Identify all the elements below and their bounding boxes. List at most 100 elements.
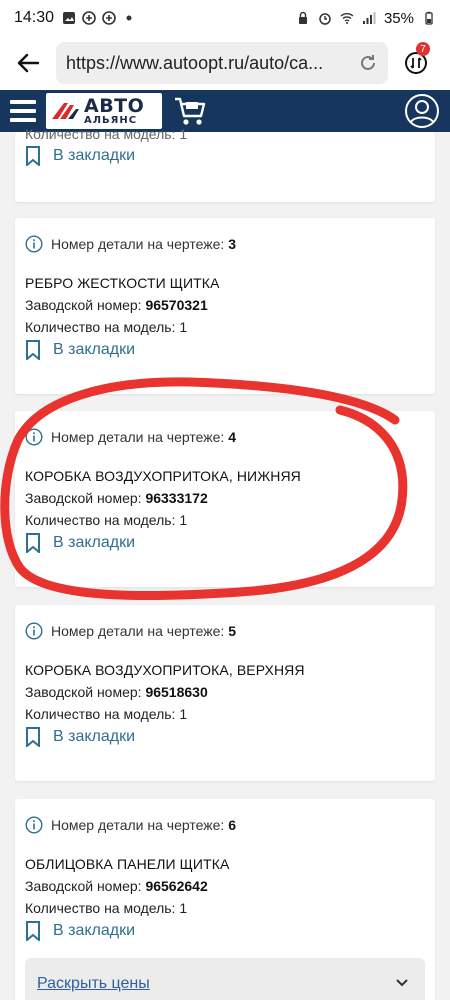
quantity-label: Количество на модель:: [25, 900, 176, 916]
drawing-number-label: Номер детали на чертеже:: [51, 429, 225, 445]
alarm-icon: [319, 13, 331, 25]
part-name: ОБЛИЦОВКА ПАНЕЛИ ЩИТКА: [25, 856, 230, 872]
factory-number-label: Заводской номер:: [25, 297, 142, 313]
hamburger-icon-bar: [10, 118, 36, 122]
factory-number-line: Заводской номер: 96570321: [25, 297, 208, 313]
address-bar[interactable]: https://www.autoopt.ru/auto/ca...: [56, 42, 388, 84]
quantity-line: Количество на модель: 1: [25, 900, 187, 916]
logo-mark-icon: [52, 103, 79, 119]
bookmark-label: В закладки: [53, 922, 136, 939]
expand-prices-button[interactable]: Раскрыть цены: [25, 958, 425, 1000]
drawing-number-value: 4: [228, 429, 237, 445]
bookmark-icon: [26, 533, 40, 553]
factory-number-line: Заводской номер: 96518630: [25, 684, 208, 700]
info-icon: [25, 428, 43, 446]
system-icons: 35%: [296, 10, 436, 27]
quantity-label: Количество на модель:: [25, 319, 176, 335]
hamburger-icon-bar: [10, 100, 36, 104]
quantity-line: Количество на модель: 1: [25, 706, 187, 722]
quantity-value: 1: [179, 512, 188, 528]
bookmark-label: В закладки: [53, 341, 136, 358]
cart-icon: [175, 97, 206, 125]
factory-number-label: Заводской номер:: [25, 878, 142, 894]
info-icon: [25, 622, 43, 640]
drawing-number-value: 6: [228, 817, 237, 833]
factory-number-value: 96333172: [145, 490, 208, 506]
factory-number-value: 96562642: [145, 878, 208, 894]
bookmark-button[interactable]: В закладки: [25, 340, 135, 360]
logo-text-top: АВТО: [84, 94, 145, 117]
arrow-left-icon: [17, 53, 39, 73]
signal-icon: [362, 12, 376, 24]
status-bar: 14:30 35%: [0, 0, 450, 36]
logo-text-bottom: АЛЬЯНС: [84, 114, 138, 126]
drawing-number-value: 3: [228, 236, 237, 252]
drawing-number-label: Номер детали на чертеже:: [51, 236, 225, 252]
extension-badge: 7: [416, 42, 430, 56]
drawing-number-label: Номер детали на чертеже:: [51, 623, 225, 639]
part-card: Номер детали на чертеже: 3 РЕБРО ЖЕСТКОС…: [15, 218, 435, 394]
quantity-line: Количество на модель: 1: [25, 319, 187, 335]
info-icon: [25, 816, 43, 834]
bookmark-button[interactable]: В закладки: [25, 727, 135, 747]
drawing-number-row: Номер детали на чертеже: 6: [25, 816, 236, 834]
reload-icon: [361, 55, 375, 70]
expand-prices-label: Раскрыть цены: [37, 975, 150, 992]
part-name: КОРОБКА ВОЗДУХОПРИТОКА, ВЕРХНЯЯ: [25, 662, 305, 678]
factory-number-value: 96518630: [145, 684, 208, 700]
drawing-number-label: Номер детали на чертеже:: [51, 817, 225, 833]
notification-icons: [62, 11, 136, 25]
bookmark-label: В закладки: [53, 147, 136, 164]
bookmark-icon: [26, 146, 40, 166]
user-icon: [405, 94, 439, 128]
app-icon: [82, 11, 96, 25]
site-logo[interactable]: АВТО АЛЬЯНС: [46, 93, 162, 129]
quantity-value: 1: [179, 706, 188, 722]
part-card-partial: Количество на модель: 1 В закладки: [15, 126, 435, 202]
gallery-icon: [63, 12, 76, 24]
hamburger-icon-bar: [10, 109, 36, 113]
bookmark-icon: [26, 727, 40, 747]
status-time: 14:30: [14, 9, 55, 26]
factory-number-line: Заводской номер: 96562642: [25, 878, 208, 894]
quantity-line: Количество на модель: 1: [25, 512, 187, 528]
quantity-label: Количество на модель:: [25, 706, 176, 722]
info-icon: [25, 235, 43, 253]
reload-button[interactable]: [348, 53, 388, 73]
drawing-number-row: Номер детали на чертеже: 4: [25, 428, 236, 446]
battery-icon: [425, 11, 433, 25]
extension-button[interactable]: 7: [388, 36, 444, 90]
factory-number-label: Заводской номер:: [25, 684, 142, 700]
bookmark-button[interactable]: В закладки: [25, 921, 135, 941]
lock-icon: [298, 11, 307, 24]
part-name: РЕБРО ЖЕСТКОСТИ ЩИТКА: [25, 275, 220, 291]
drawing-number-row: Номер детали на чертеже: 5: [25, 622, 236, 640]
quantity-label: Количество на модель:: [25, 512, 176, 528]
bookmark-icon: [26, 340, 40, 360]
back-button[interactable]: [0, 36, 56, 90]
url-text: https://www.autoopt.ru/auto/ca...: [66, 52, 324, 73]
account-button[interactable]: [394, 90, 450, 132]
bookmark-label: В закладки: [53, 534, 136, 551]
factory-number-label: Заводской номер:: [25, 490, 142, 506]
part-card: Номер детали на чертеже: 5 КОРОБКА ВОЗДУ…: [15, 605, 435, 781]
app-icon-2: [102, 11, 116, 25]
dot-icon: [126, 15, 132, 21]
drawing-number-value: 5: [228, 623, 237, 639]
quantity-line-partial: Количество на модель: 1: [25, 126, 188, 142]
wifi-icon: [340, 13, 354, 24]
factory-number-line: Заводской номер: 96333172: [25, 490, 208, 506]
quantity-value: 1: [179, 319, 188, 335]
part-name: КОРОБКА ВОЗДУХОПРИТОКА, НИЖНЯЯ: [25, 468, 301, 484]
factory-number-value: 96570321: [145, 297, 208, 313]
bookmark-button[interactable]: В закладки: [25, 146, 135, 166]
browser-toolbar: https://www.autoopt.ru/auto/ca... 7: [0, 36, 450, 90]
bookmark-button[interactable]: В закладки: [25, 533, 135, 553]
quantity-value: 1: [179, 900, 188, 916]
bookmark-label: В закладки: [53, 728, 136, 745]
drawing-number-row: Номер детали на чертеже: 3: [25, 235, 236, 253]
bookmark-icon: [26, 921, 40, 941]
battery-level: 35%: [383, 9, 414, 27]
part-card: Номер детали на чертеже: 4 КОРОБКА ВОЗДУ…: [15, 411, 435, 587]
chevron-down-icon: [396, 979, 408, 987]
